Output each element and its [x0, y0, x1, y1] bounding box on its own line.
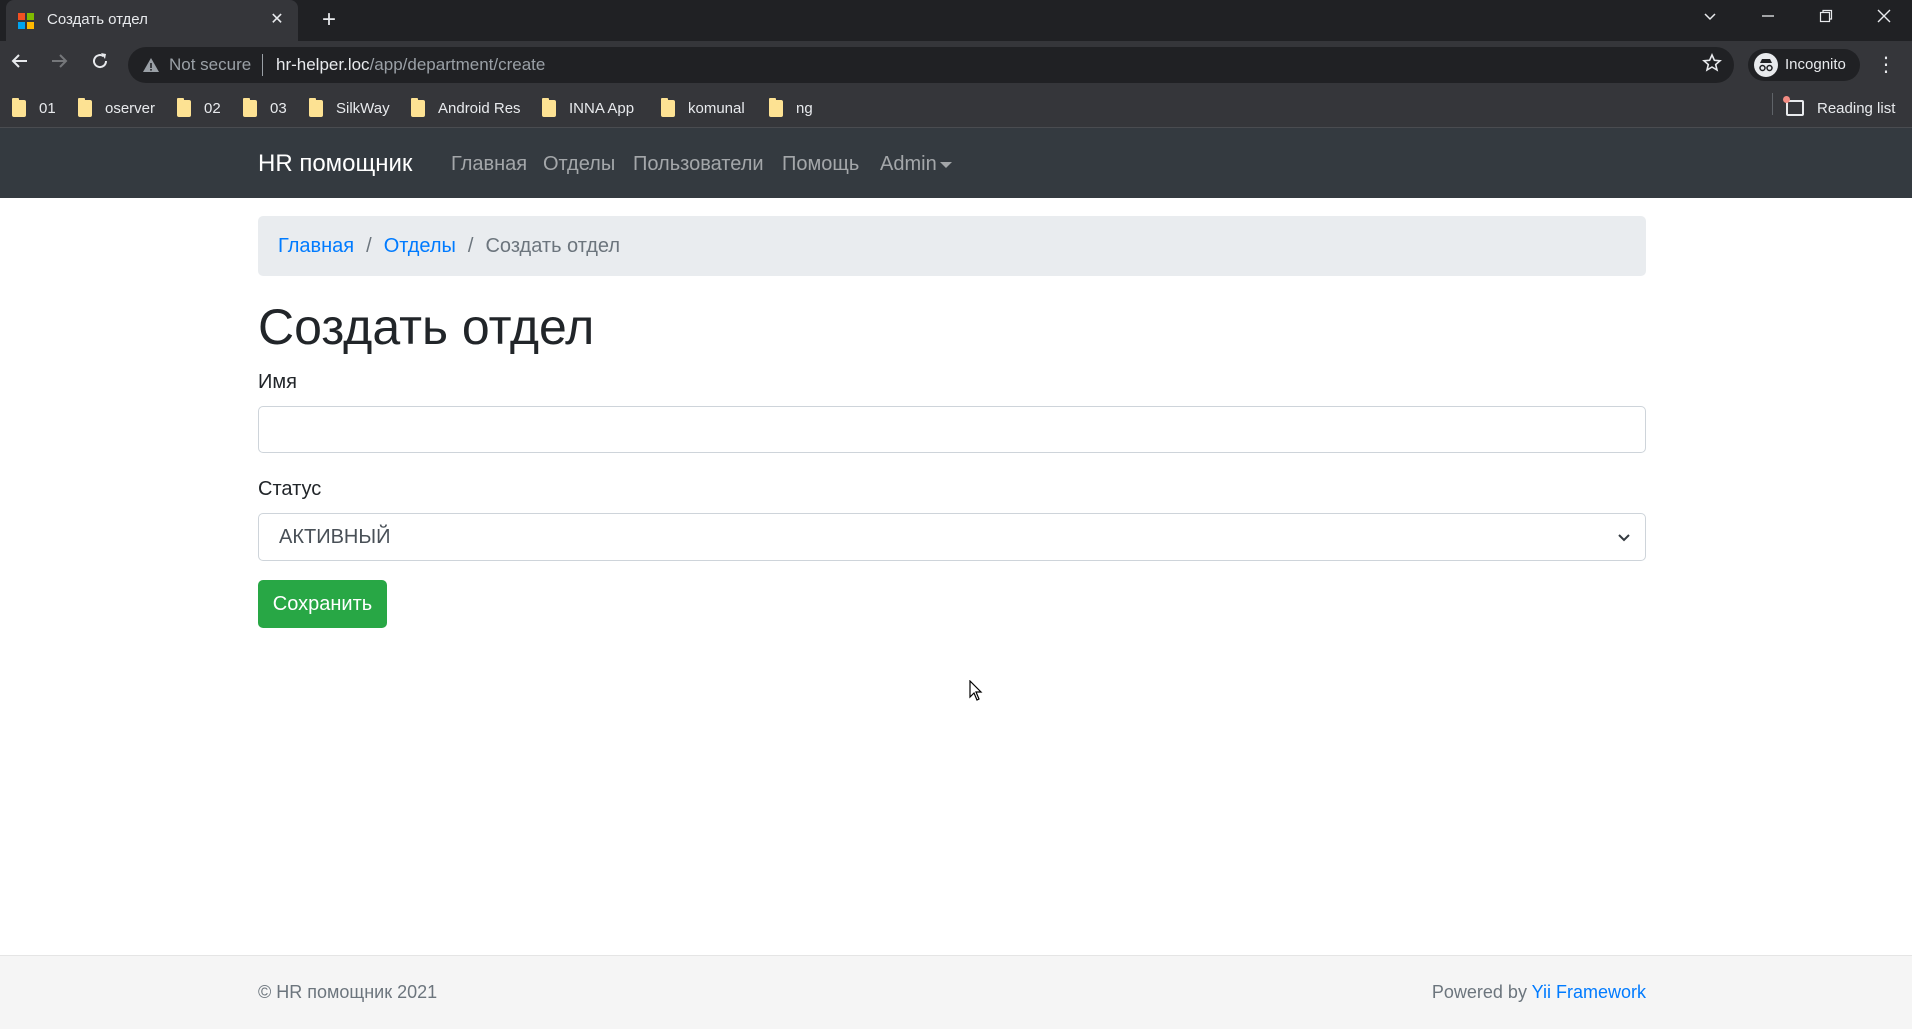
folder-icon	[661, 97, 675, 117]
mouse-cursor-icon	[969, 679, 983, 702]
bookmark-folder[interactable]: oserver	[78, 97, 155, 119]
bookmark-label: SilkWay	[336, 99, 390, 117]
folder-icon	[12, 97, 26, 117]
reading-list-button[interactable]: Reading list	[1783, 96, 1896, 119]
page-title: Создать отдел	[258, 299, 595, 355]
close-window-icon[interactable]	[1864, 4, 1904, 34]
tab-close-icon[interactable]: ✕	[266, 9, 288, 31]
breadcrumb-separator: /	[467, 234, 474, 257]
admin-label: Admin	[880, 153, 937, 175]
bookmark-label: Android Res	[438, 99, 521, 117]
bookmarks-divider	[1772, 93, 1773, 115]
bookmark-label: 02	[204, 99, 221, 117]
name-field-label: Имя	[258, 371, 297, 393]
breadcrumb: Главная / Отделы / Создать отдел	[258, 216, 1646, 276]
breadcrumb-current: Создать отдел	[485, 234, 621, 257]
browser-tabstrip: Создать отдел ✕ +	[0, 0, 1912, 41]
minimize-icon[interactable]	[1748, 4, 1788, 34]
bookmark-star-icon[interactable]	[1702, 53, 1722, 79]
bookmark-folder[interactable]: 01	[12, 97, 56, 119]
folder-icon	[78, 97, 92, 117]
bookmark-folder[interactable]: komunal	[661, 97, 745, 119]
bookmark-label: oserver	[105, 99, 156, 117]
site-footer: © HR помощник 2021 Powered by Yii Framew…	[0, 955, 1912, 1029]
nav-link-home[interactable]: Главная	[451, 153, 527, 176]
navbar-brand[interactable]: HR помощник	[258, 150, 412, 178]
address-divider	[262, 54, 263, 76]
folder-icon	[769, 97, 783, 117]
save-button[interactable]: Сохранить	[258, 580, 387, 628]
nav-link-departments[interactable]: Отделы	[543, 153, 615, 176]
status-select[interactable]: АКТИВНЫЙ	[258, 513, 1646, 561]
nav-link-users[interactable]: Пользователи	[633, 153, 764, 176]
incognito-icon	[1754, 53, 1778, 77]
site-favicon-icon	[18, 13, 34, 29]
status-field-label: Статус	[258, 478, 322, 500]
bookmark-label: 01	[39, 99, 56, 117]
reading-list-label: Reading list	[1817, 99, 1896, 117]
folder-icon	[309, 97, 323, 117]
nav-link-help[interactable]: Помощь	[782, 153, 859, 176]
caret-down-icon	[939, 161, 952, 168]
breadcrumb-home[interactable]: Главная	[278, 235, 354, 258]
bookmark-folder[interactable]: INNA App	[542, 97, 634, 119]
browser-toolbar: Not secure hr-helper.loc/app/department/…	[0, 41, 1912, 88]
reload-icon[interactable]	[86, 51, 114, 79]
breadcrumb-separator: /	[366, 234, 372, 257]
bookmark-folder[interactable]: 02	[177, 97, 221, 119]
bookmark-label: 03	[270, 99, 287, 117]
page-viewport: HR помощник Главная Отделы Пользователи …	[0, 128, 1912, 1029]
url-path: /app/department/create	[369, 55, 546, 74]
address-bar[interactable]: Not secure hr-helper.loc/app/department/…	[128, 47, 1734, 83]
footer-powered: Powered by Yii Framework	[1432, 982, 1646, 1003]
bookmark-folder[interactable]: 03	[243, 97, 287, 119]
powered-prefix: Powered by	[1431, 982, 1527, 1002]
breadcrumb-departments[interactable]: Отделы	[384, 235, 456, 258]
footer-copyright: © HR помощник 2021	[258, 982, 438, 1002]
restore-icon[interactable]	[1806, 4, 1846, 34]
bookmark-folder[interactable]: Android Res	[411, 97, 521, 119]
browser-tab[interactable]: Создать отдел ✕	[6, 0, 298, 41]
security-status[interactable]: Not secure	[169, 55, 251, 75]
folder-icon	[411, 97, 425, 117]
folder-icon	[177, 97, 191, 117]
bookmark-folder[interactable]: SilkWay	[309, 97, 390, 119]
bookmark-label: komunal	[688, 99, 745, 117]
bookmark-label: INNA App	[569, 99, 635, 117]
folder-icon	[243, 97, 257, 117]
chevron-down-icon	[1617, 530, 1631, 544]
status-selected-value: АКТИВНЫЙ	[279, 526, 391, 548]
bookmarks-bar: 01 oserver 02 03 SilkWay Android Res INN…	[0, 88, 1912, 128]
warning-icon[interactable]	[142, 56, 160, 74]
tab-search-icon[interactable]	[1690, 4, 1730, 34]
url-host: hr-helper.loc	[276, 55, 370, 74]
incognito-indicator[interactable]: Incognito	[1748, 49, 1860, 81]
site-navbar: HR помощник Главная Отделы Пользователи …	[0, 128, 1912, 198]
yii-framework-link[interactable]: Yii Framework	[1532, 982, 1646, 1002]
new-tab-button[interactable]: +	[316, 7, 342, 33]
bookmark-folder[interactable]: ng	[769, 97, 813, 119]
tab-title: Создать отдел	[47, 11, 148, 28]
incognito-label: Incognito	[1785, 56, 1846, 73]
back-icon[interactable]	[6, 51, 34, 79]
name-input[interactable]	[258, 406, 1646, 453]
url-text[interactable]: hr-helper.loc/app/department/create	[276, 55, 545, 75]
nav-dropdown-admin[interactable]: Admin	[880, 153, 952, 176]
reading-list-icon	[1783, 96, 1804, 116]
browser-menu-icon[interactable]: ⋮	[1876, 51, 1896, 79]
forward-icon[interactable]	[45, 51, 73, 79]
bookmark-label: ng	[796, 99, 813, 117]
folder-icon	[542, 97, 556, 117]
